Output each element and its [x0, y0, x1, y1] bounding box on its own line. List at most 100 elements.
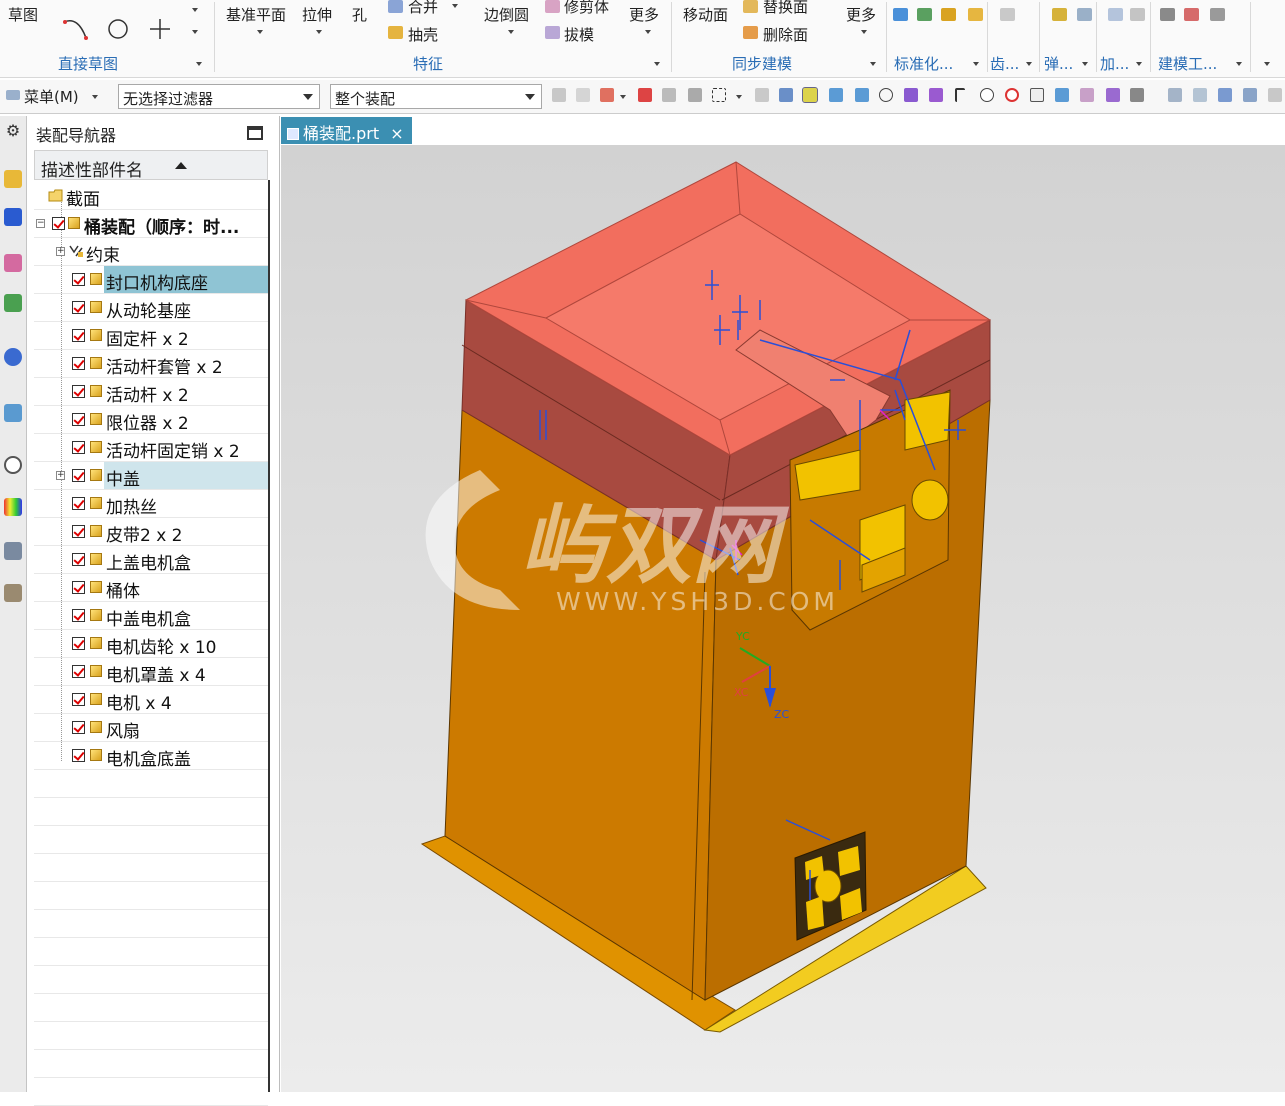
select-icon[interactable] — [688, 88, 702, 102]
gear-tool-icon[interactable] — [968, 8, 983, 21]
visibility-checkbox[interactable] — [72, 469, 85, 482]
sync-more-dropdown-icon[interactable] — [861, 30, 867, 34]
panel-splitter[interactable] — [268, 180, 270, 1092]
scope-select[interactable]: 整个装配 — [330, 84, 542, 109]
menu-button[interactable]: 菜单(M) — [24, 86, 79, 107]
spring-tool-icon[interactable] — [1052, 8, 1067, 21]
std-tool-icon[interactable] — [893, 8, 908, 21]
snap-icon[interactable] — [1055, 88, 1069, 102]
snap-icon[interactable] — [955, 88, 965, 102]
tree-row-part[interactable]: 风扇 — [34, 714, 268, 742]
tree-row-part[interactable]: 封口机构底座 — [34, 266, 268, 294]
hole-button[interactable]: 孔 — [352, 4, 367, 25]
graphics-window[interactable]: YC XC ZC 屿双网 WWW.YSH3D.COM — [281, 145, 1285, 1092]
tree-row-section[interactable]: 截面 — [34, 182, 268, 210]
tree-row-part[interactable]: 电机 x 4 — [34, 686, 268, 714]
tree-row-part[interactable]: 限位器 x 2 — [34, 406, 268, 434]
select-icon[interactable] — [662, 88, 676, 102]
group-dropdown-icon[interactable] — [1082, 62, 1088, 66]
tree-row-root[interactable]: − 桶装配（顺序：时... — [34, 210, 268, 238]
tree-row-part[interactable]: 电机罩盖 x 4 — [34, 658, 268, 686]
draft-button[interactable]: 拔模 — [564, 24, 594, 45]
visibility-checkbox[interactable] — [72, 357, 85, 370]
tree-row-part[interactable]: 中盖电机盒 — [34, 602, 268, 630]
maximize-icon[interactable] — [247, 126, 263, 140]
tools-icon[interactable] — [4, 542, 22, 560]
fit-tolerance-icon[interactable] — [1210, 8, 1225, 21]
select-type-icon[interactable] — [600, 88, 614, 102]
rectangle-select-icon[interactable] — [712, 88, 726, 102]
tree-row-part[interactable]: 桶体 — [34, 574, 268, 602]
gear-icon[interactable]: ⚙ — [4, 122, 22, 140]
visibility-checkbox[interactable] — [72, 665, 85, 678]
palette-icon[interactable] — [4, 498, 22, 516]
chevron-down-icon[interactable] — [620, 95, 626, 99]
tree-row-constraints[interactable]: + 约束 — [34, 238, 268, 266]
trim-body-button[interactable]: 修剪体 — [564, 0, 609, 17]
view-icon[interactable] — [1268, 88, 1282, 102]
tree-row-part[interactable]: 电机齿轮 x 10 — [34, 630, 268, 658]
part-navigator-icon[interactable] — [4, 254, 22, 272]
view-icon[interactable] — [1168, 88, 1182, 102]
visibility-checkbox[interactable] — [52, 217, 65, 230]
sketch-curve-icons[interactable] — [60, 14, 190, 44]
visibility-checkbox[interactable] — [72, 749, 85, 762]
edge-blend-dropdown-icon[interactable] — [508, 30, 514, 34]
modeling-tool-icon[interactable] — [1184, 8, 1199, 21]
move-face-button[interactable]: 移动面 — [683, 4, 728, 25]
feature-select-icon[interactable] — [638, 88, 652, 102]
column-header-part-name[interactable]: 描述性部件名 — [34, 150, 268, 181]
clock-icon[interactable] — [4, 456, 22, 474]
visibility-checkbox[interactable] — [72, 581, 85, 594]
add-tool-icon[interactable] — [1130, 8, 1145, 21]
tree-row-part[interactable]: 固定杆 x 2 — [34, 322, 268, 350]
snap-curve-icon[interactable] — [879, 88, 893, 102]
sync-group-dropdown-icon[interactable] — [870, 62, 876, 66]
snap-icon[interactable] — [779, 88, 793, 102]
snap-icon[interactable] — [1130, 88, 1144, 102]
shell-button[interactable]: 抽壳 — [408, 24, 438, 45]
view-icon[interactable] — [1193, 88, 1207, 102]
modeling-tool-icon[interactable] — [1160, 8, 1175, 21]
std-tool-icon[interactable] — [917, 8, 932, 21]
expand-icon[interactable]: + — [56, 247, 65, 256]
sketch-dropdown-icon[interactable] — [192, 8, 198, 12]
expand-icon[interactable]: + — [56, 471, 65, 480]
visibility-checkbox[interactable] — [72, 497, 85, 510]
group-dropdown-icon[interactable] — [1136, 62, 1142, 66]
visibility-checkbox[interactable] — [72, 413, 85, 426]
ribbon-more-icon[interactable] — [1264, 62, 1270, 66]
snap-icon[interactable] — [1080, 88, 1094, 102]
tree-row-part[interactable]: 皮带2 x 2 — [34, 518, 268, 546]
sketch-more-icon[interactable] — [192, 30, 198, 34]
datum-dropdown-icon[interactable] — [257, 30, 263, 34]
gear-tool-icon[interactable] — [1000, 8, 1015, 21]
roles-icon[interactable] — [4, 584, 22, 602]
datum-plane-button[interactable]: 基准平面 — [226, 4, 286, 25]
visibility-checkbox[interactable] — [72, 609, 85, 622]
view-icon[interactable] — [1243, 88, 1257, 102]
menu-dropdown-icon[interactable] — [92, 95, 98, 99]
snap-icon[interactable] — [1106, 88, 1120, 102]
sync-more-button[interactable]: 更多 — [846, 4, 876, 25]
group-dropdown-icon[interactable] — [1236, 62, 1242, 66]
group-dropdown-icon[interactable] — [1026, 62, 1032, 66]
unite-dropdown-icon[interactable] — [452, 4, 458, 8]
replace-face-button[interactable]: 替换面 — [763, 0, 808, 17]
group-dropdown-icon[interactable] — [973, 62, 979, 66]
tree-row-part[interactable]: + 中盖 — [34, 462, 268, 490]
tree-row-part[interactable]: 电机盒底盖 — [34, 742, 268, 770]
visibility-checkbox[interactable] — [72, 693, 85, 706]
visibility-checkbox[interactable] — [72, 441, 85, 454]
visibility-checkbox[interactable] — [72, 385, 85, 398]
visibility-checkbox[interactable] — [72, 721, 85, 734]
feature-more-button[interactable]: 更多 — [629, 4, 659, 25]
chevron-down-icon[interactable] — [736, 95, 742, 99]
visibility-checkbox[interactable] — [72, 329, 85, 342]
snap-icon[interactable] — [929, 88, 943, 102]
3d-model-view[interactable]: YC XC ZC 屿双网 WWW.YSH3D.COM — [281, 145, 1285, 1092]
collapse-icon[interactable]: − — [36, 219, 45, 228]
assembly-navigator-icon[interactable] — [4, 170, 22, 188]
visibility-checkbox[interactable] — [72, 301, 85, 314]
feature-group-dropdown-icon[interactable] — [654, 62, 660, 66]
